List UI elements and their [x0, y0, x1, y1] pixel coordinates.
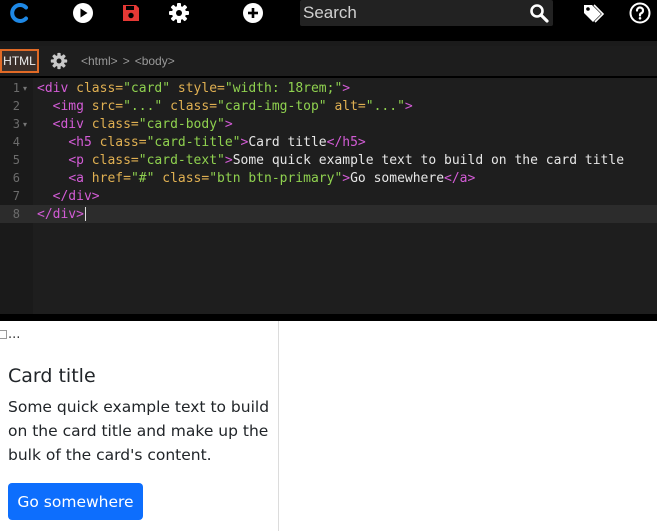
breadcrumb-separator: > — [122, 54, 130, 68]
code-text: </div> — [37, 206, 86, 222]
plus-icon[interactable] — [241, 0, 265, 26]
code-line[interactable]: 5 <p class="card-text">Some quick exampl… — [0, 151, 657, 169]
card-image: ... — [0, 324, 20, 344]
preview-pane: ... Card title Some quick example text t… — [0, 321, 657, 531]
card-title: Card title — [8, 365, 96, 387]
card: ... Card title Some quick example text t… — [0, 321, 279, 531]
code-text: <p class="card-text">Some quick example … — [68, 152, 625, 168]
search-icon[interactable] — [526, 0, 552, 26]
line-number: 5 — [12, 153, 20, 167]
breadcrumb-body[interactable]: <body> — [135, 54, 175, 68]
code-line[interactable]: 6 <a href="#" class="btn btn-primary">Go… — [0, 169, 657, 187]
card-text: Some quick example text to build on the … — [8, 398, 270, 464]
editor-settings-icon[interactable] — [49, 51, 69, 71]
code-line[interactable]: 2 <img src="..." class="card-img-top" al… — [0, 97, 657, 115]
code-line[interactable]: 7 </div> — [0, 187, 657, 205]
line-number: 8 — [12, 207, 20, 221]
top-toolbar — [0, 0, 657, 27]
help-icon[interactable] — [627, 0, 653, 26]
editor-divider — [0, 314, 657, 321]
logo-c-icon[interactable] — [9, 0, 31, 26]
code-text: <img src="..." class="card-img-top" alt=… — [52, 98, 413, 114]
tab-html[interactable]: HTML — [0, 49, 39, 73]
line-number: 2 — [12, 99, 20, 113]
code-text: <a href="#" class="btn btn-primary">Go s… — [68, 170, 476, 186]
tag-icon[interactable] — [580, 0, 606, 26]
breadcrumb: <html> > <body> — [81, 46, 175, 76]
line-number: 6 — [12, 171, 20, 185]
line-number: 1 — [12, 81, 20, 95]
search-box — [300, 0, 553, 26]
search-input[interactable] — [300, 0, 520, 26]
code-line[interactable]: 3 ▾ <div class="card-body"> — [0, 115, 657, 133]
code-line[interactable]: 8 </div> — [0, 205, 657, 223]
breadcrumb-html[interactable]: <html> — [81, 54, 118, 68]
editor-header: HTML <html> > <body> — [0, 46, 657, 76]
play-icon[interactable] — [71, 0, 95, 26]
code-text: <div class="card" style="width: 18rem;"> — [37, 80, 351, 96]
code-text: </div> — [52, 188, 100, 204]
save-icon[interactable] — [119, 0, 143, 26]
line-number: 7 — [12, 189, 20, 203]
card-image-alt: ... — [8, 326, 21, 342]
code-line[interactable]: 4 <h5 class="card-title">Card title</h5> — [0, 133, 657, 151]
code-text: <h5 class="card-title">Card title</h5> — [68, 134, 366, 150]
gear-icon[interactable] — [167, 0, 191, 26]
code-editor[interactable]: 1 ▾ <div class="card" style="width: 18rem;… — [0, 78, 657, 314]
go-somewhere-button[interactable]: Go somewhere — [8, 483, 143, 520]
line-number: 4 — [12, 135, 20, 149]
code-line[interactable]: 1 ▾ <div class="card" style="width: 18rem;… — [0, 79, 657, 97]
line-number: 3 — [12, 117, 20, 131]
code-text: <div class="card-body"> — [52, 116, 233, 132]
fold-arrow-icon[interactable]: ▾ — [23, 84, 27, 93]
fold-arrow-icon[interactable]: ▾ — [23, 120, 27, 129]
text-cursor — [84, 207, 86, 221]
broken-image-icon — [0, 329, 7, 339]
